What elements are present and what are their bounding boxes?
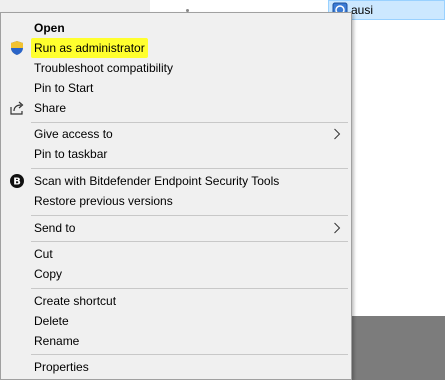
- menu-item-run-as-administrator[interactable]: Run as administrator: [3, 38, 349, 58]
- menu-item-troubleshoot-compatibility[interactable]: Troubleshoot compatibility: [3, 58, 349, 78]
- menu-item-cut[interactable]: Cut: [3, 244, 349, 264]
- menu-item-label: Cut: [34, 247, 53, 261]
- uac-shield-icon: [9, 40, 25, 56]
- menu-item-label: Give access to: [34, 127, 113, 141]
- menu-item-label: Delete: [34, 314, 69, 328]
- menu-separator: [31, 354, 348, 355]
- menu-separator: [31, 122, 348, 123]
- menu-separator: [31, 168, 348, 169]
- menu-item-copy[interactable]: Copy: [3, 264, 349, 284]
- menu-item-pin-to-start[interactable]: Pin to Start: [3, 78, 349, 98]
- share-icon: [9, 100, 25, 116]
- menu-item-restore-previous-versions[interactable]: Restore previous versions: [3, 191, 349, 211]
- menu-item-delete[interactable]: Delete: [3, 311, 349, 331]
- svg-text:B: B: [13, 177, 21, 188]
- context-menu: Open Run as administrator Troubleshoot c…: [0, 12, 352, 380]
- bitdefender-icon: B: [9, 173, 25, 189]
- menu-item-label: Troubleshoot compatibility: [34, 61, 173, 75]
- menu-item-label: Share: [34, 101, 67, 115]
- menu-item-open[interactable]: Open: [3, 18, 349, 38]
- menu-item-label: Rename: [34, 334, 80, 348]
- file-name: ausi: [351, 3, 374, 17]
- menu-item-pin-to-taskbar[interactable]: Pin to taskbar: [3, 144, 349, 164]
- menu-item-label: Open: [34, 21, 65, 35]
- menu-item-scan-bitdefender[interactable]: B Scan with Bitdefender Endpoint Securit…: [3, 171, 349, 191]
- menu-item-label: Restore previous versions: [34, 194, 173, 208]
- menu-item-give-access-to[interactable]: Give access to: [3, 124, 349, 144]
- menu-item-label: Copy: [34, 267, 63, 281]
- menu-separator: [31, 215, 348, 216]
- menu-item-label: Pin to taskbar: [34, 147, 108, 161]
- menu-item-label: Pin to Start: [34, 81, 94, 95]
- menu-item-label: Scan with Bitdefender Endpoint Security …: [34, 174, 280, 188]
- menu-item-create-shortcut[interactable]: Create shortcut: [3, 291, 349, 311]
- menu-separator: [31, 241, 348, 242]
- menu-item-properties[interactable]: Properties: [3, 357, 349, 377]
- chevron-right-icon: [333, 128, 341, 140]
- menu-item-share[interactable]: Share: [3, 98, 349, 118]
- chevron-right-icon: [333, 222, 341, 234]
- menu-item-rename[interactable]: Rename: [3, 331, 349, 351]
- desktop-background: [340, 316, 445, 380]
- menu-separator: [31, 288, 348, 289]
- menu-item-label: Run as administrator: [31, 38, 148, 58]
- menu-item-label: Properties: [34, 360, 89, 374]
- menu-item-label: Send to: [34, 221, 76, 235]
- menu-item-send-to[interactable]: Send to: [3, 218, 349, 238]
- menu-item-label: Create shortcut: [34, 294, 117, 308]
